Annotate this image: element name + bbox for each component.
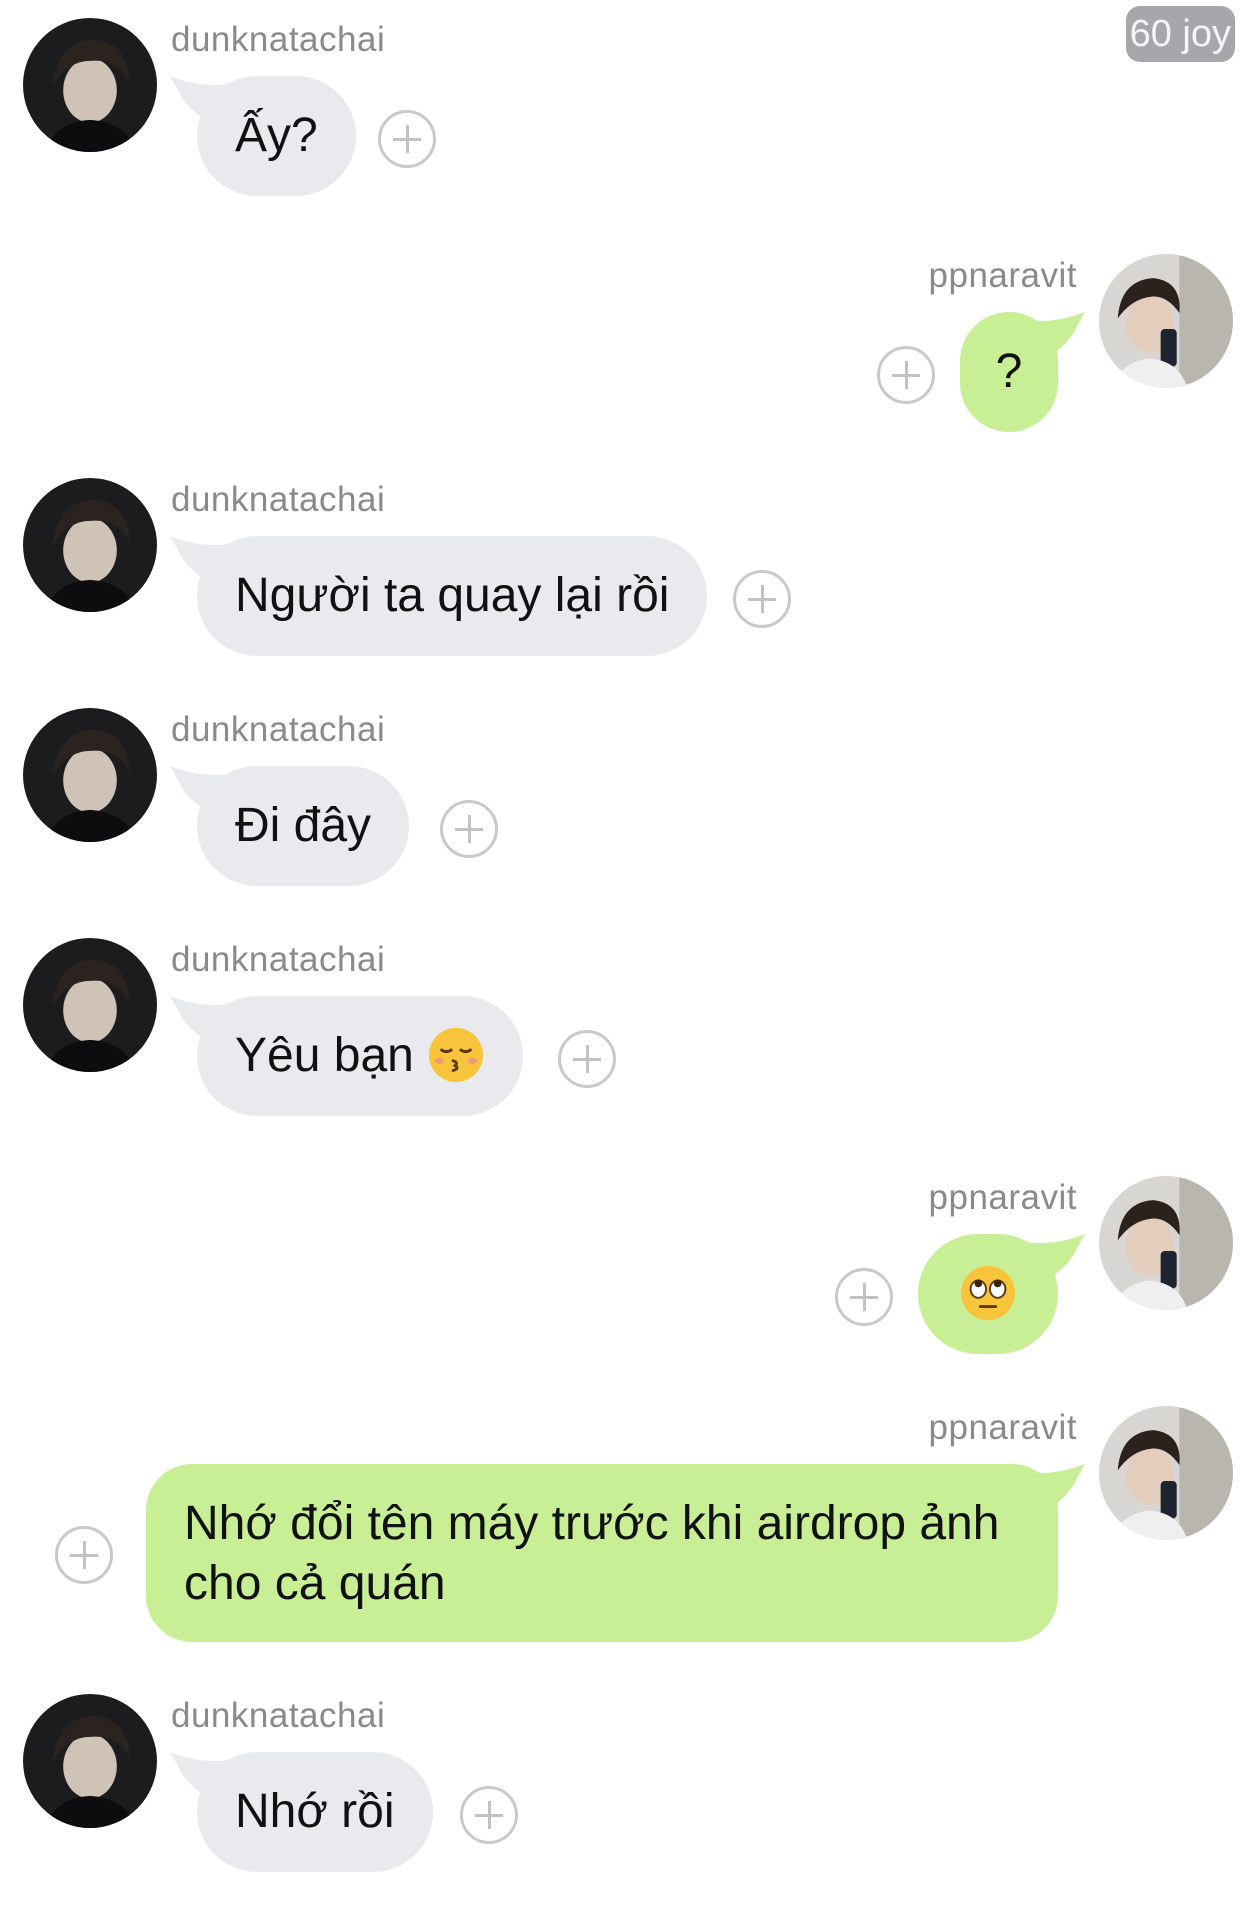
sender-name: dunknatachai <box>171 20 386 59</box>
message-bubble[interactable]: Nhớ rồi <box>197 1752 433 1872</box>
message-bubble[interactable]: ? <box>960 312 1058 432</box>
avatar[interactable] <box>23 478 157 612</box>
message-text: Đi đây <box>235 799 372 852</box>
message-bubble[interactable]: Nhớ đổi tên máy trước khi airdrop ảnh ch… <box>146 1464 1058 1642</box>
message-text: Yêu bạn <box>235 1029 414 1082</box>
sender-name: dunknatachai <box>171 480 386 519</box>
avatar[interactable] <box>23 18 157 152</box>
message-bubble[interactable]: Đi đây <box>197 766 410 886</box>
message-text: ? <box>995 345 1023 398</box>
add-reaction-button[interactable] <box>558 1030 616 1088</box>
avatar[interactable] <box>23 708 157 842</box>
avatar[interactable] <box>1099 254 1233 388</box>
avatar[interactable] <box>1099 1176 1233 1310</box>
sender-name: dunknatachai <box>171 1696 386 1735</box>
message-bubble[interactable] <box>918 1234 1058 1354</box>
sender-name: ppnaravit <box>928 256 1077 295</box>
add-reaction-button[interactable] <box>440 800 498 858</box>
kissing-closed-eyes-emoji <box>429 1028 484 1083</box>
avatar[interactable] <box>23 1694 157 1828</box>
message-bubble[interactable]: Người ta quay lại rồi <box>197 536 708 656</box>
sender-name: ppnaravit <box>928 1178 1077 1217</box>
message-text: Ấy? <box>235 109 318 162</box>
message-text: Nhớ đổi tên máy trước khi airdrop ảnh ch… <box>184 1497 1000 1610</box>
add-reaction-button[interactable] <box>733 570 791 628</box>
chat-thread: 60 joy dunknatachai Ấy? ppnaravit ? dunk… <box>0 0 1255 1920</box>
message-bubble[interactable]: Yêu bạn <box>197 996 524 1116</box>
sender-name: dunknatachai <box>171 710 386 749</box>
avatar[interactable] <box>23 938 157 1072</box>
add-reaction-button[interactable] <box>378 110 436 168</box>
sender-name: dunknatachai <box>171 940 386 979</box>
add-reaction-button[interactable] <box>877 346 935 404</box>
avatar[interactable] <box>1099 1406 1233 1540</box>
sender-name: ppnaravit <box>928 1408 1077 1447</box>
counter-badge: 60 joy <box>1125 6 1235 62</box>
message-text: Nhớ rồi <box>235 1785 395 1838</box>
add-reaction-button[interactable] <box>460 1786 518 1844</box>
rolling-eyes-emoji <box>960 1266 1016 1321</box>
add-reaction-button[interactable] <box>55 1526 113 1584</box>
add-reaction-button[interactable] <box>835 1268 893 1326</box>
message-bubble[interactable]: Ấy? <box>197 76 356 196</box>
message-text: Người ta quay lại rồi <box>235 569 670 622</box>
